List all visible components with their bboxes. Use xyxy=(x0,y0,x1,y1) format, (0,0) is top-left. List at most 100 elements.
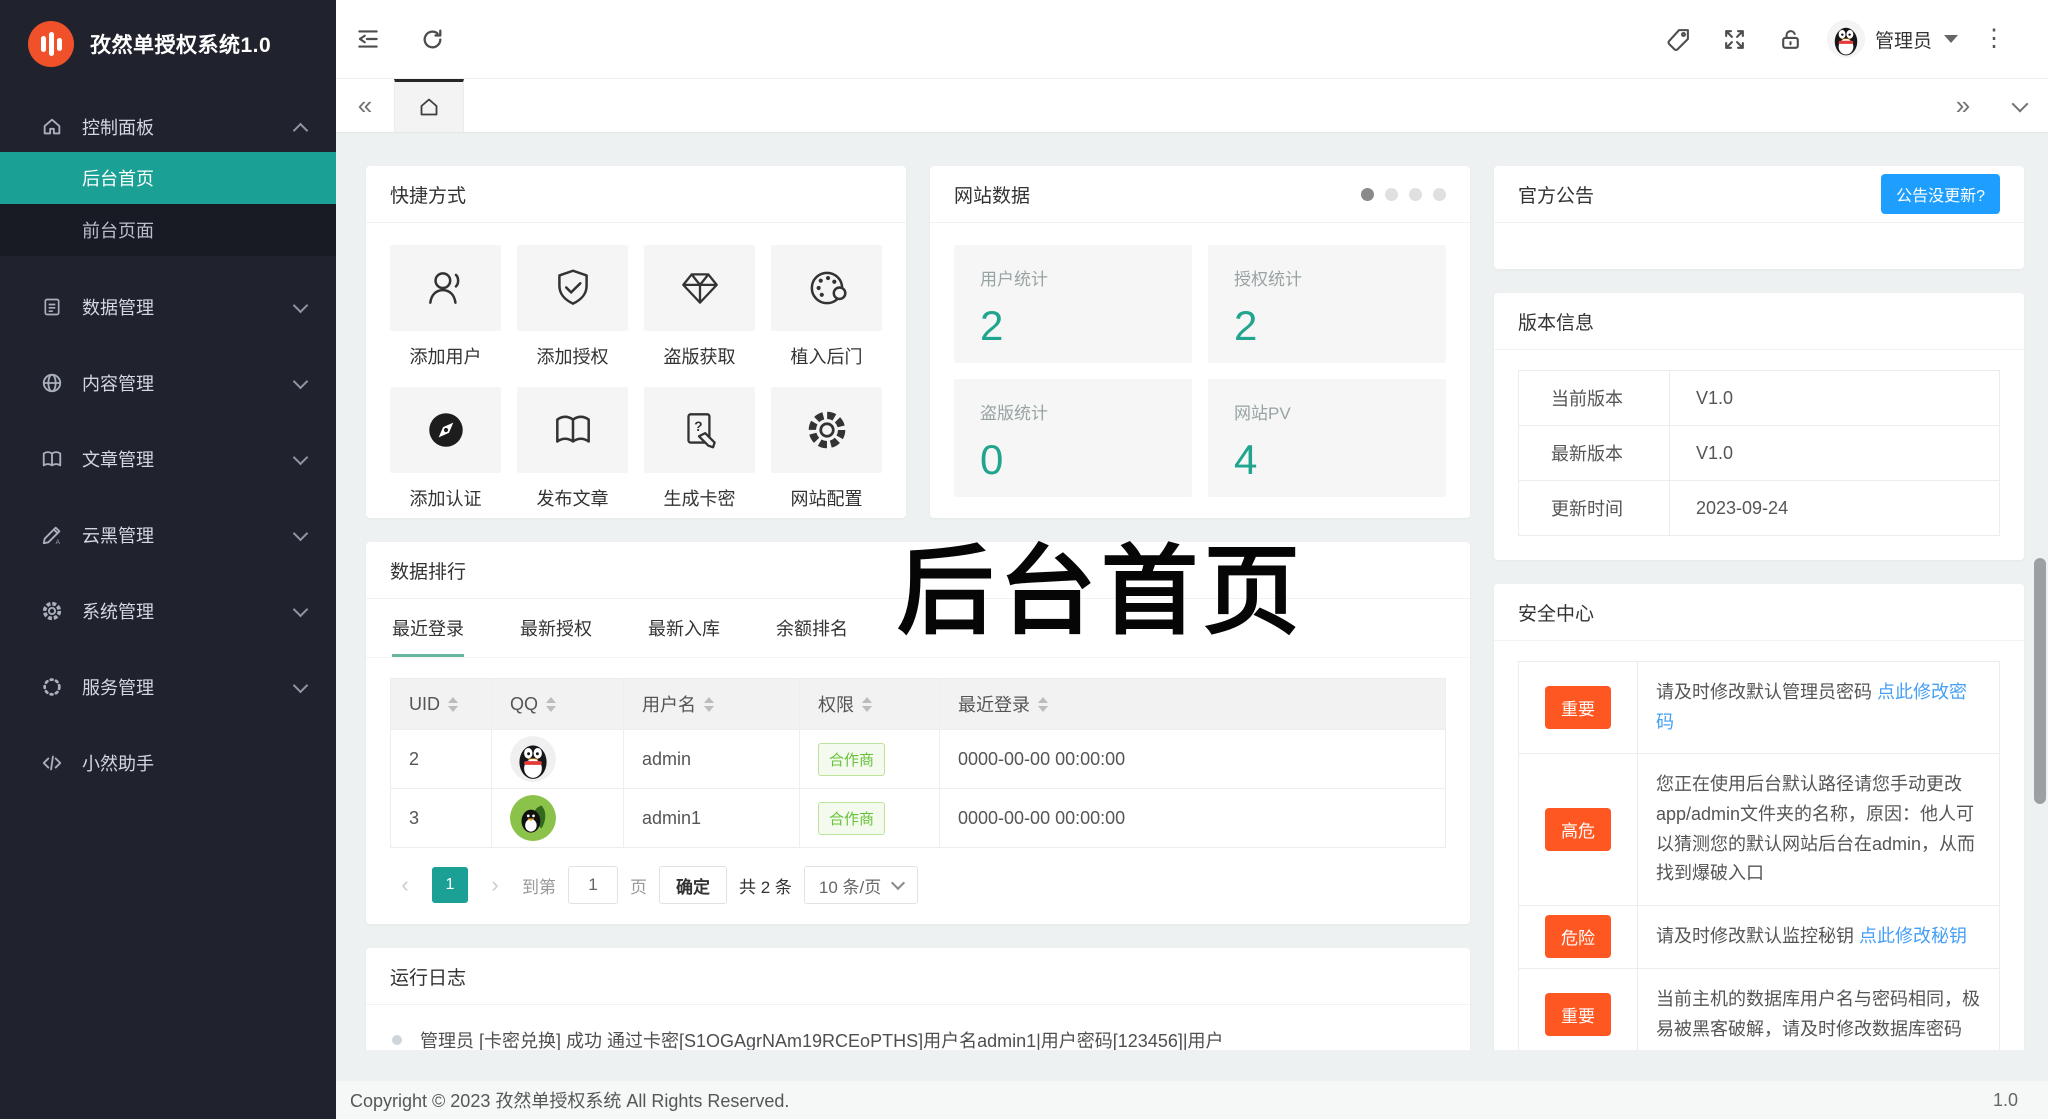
carousel-dot[interactable] xyxy=(1433,187,1446,201)
tabs-menu-button[interactable] xyxy=(1992,79,2048,132)
security-row: 重要 请及时修改默认管理员密码 点此修改密码 xyxy=(1519,662,1999,754)
cell-last-login: 0000-00-00 00:00:00 xyxy=(939,788,1445,847)
avatar xyxy=(510,795,556,841)
chevron-down-icon xyxy=(292,373,309,389)
refresh-button[interactable] xyxy=(400,0,464,78)
sidebar-item-article-mgmt[interactable]: 文章管理 xyxy=(0,434,336,484)
chevron-down-icon xyxy=(292,525,309,541)
shortcut-label: 添加授权 xyxy=(536,347,609,367)
sidebar-item-frontend-page[interactable]: 前台页面 xyxy=(0,204,336,256)
sidebar-item-label: 文章管理 xyxy=(82,450,154,470)
announcement-refresh-button[interactable]: 公告没更新? xyxy=(1881,174,2000,214)
tag-button[interactable] xyxy=(1651,0,1707,78)
admin-dashboard: 孜然单授权系统1.0 控制面板 后台首页 前台页面 数据管理 内容管理 文章管理… xyxy=(0,0,2048,1119)
topbar-right: 管理员 ⋮ xyxy=(1651,0,2048,78)
change-secret-link[interactable]: 点此修改秘钥 xyxy=(1859,926,1967,946)
severity-badge: 危险 xyxy=(1545,915,1611,959)
version-row-value: V1.0 xyxy=(1669,425,1999,480)
sidebar-item-assistant[interactable]: 小然助手 xyxy=(0,738,336,788)
chevron-up-icon xyxy=(292,122,309,138)
card-title: 运行日志 xyxy=(366,948,1470,1005)
cell-qq-avatar xyxy=(491,729,623,788)
sidebar-item-content-mgmt[interactable]: 内容管理 xyxy=(0,358,336,408)
stat-value: 2 xyxy=(1234,302,1258,349)
sidebar-item-label: 小然助手 xyxy=(82,754,154,774)
cell-role: 合作商 xyxy=(799,729,939,788)
carousel-dot[interactable] xyxy=(1361,187,1374,201)
sidebar-item-system-mgmt[interactable]: 系统管理 xyxy=(0,586,336,636)
shortcut-add-user[interactable]: 添加用户 xyxy=(390,245,501,369)
file-icon xyxy=(40,297,64,317)
shortcut-publish-article[interactable]: 发布文章 xyxy=(517,387,628,511)
brush-icon: A xyxy=(40,524,64,546)
sidebar-item-backend-home[interactable]: 后台首页 xyxy=(0,152,336,204)
fullscreen-button[interactable] xyxy=(1707,0,1763,78)
fullscreen-icon xyxy=(1725,29,1745,49)
page-1-button[interactable]: 1 xyxy=(432,867,468,903)
sidebar-item-blacklist-mgmt[interactable]: A 云黑管理 xyxy=(0,510,336,560)
shortcut-site-config[interactable]: 网站配置 xyxy=(771,387,882,511)
sidebar-item-data-mgmt[interactable]: 数据管理 xyxy=(0,282,336,332)
security-row: 重要 当前主机的数据库用户名与密码相同，极易被黑客破解，请及时修改数据库密码 xyxy=(1519,967,1999,1050)
svg-text:A: A xyxy=(56,539,61,546)
version-row-label: 最新版本 xyxy=(1519,425,1669,480)
goto-page-input[interactable]: 1 xyxy=(568,866,618,904)
more-menu-button[interactable]: ⋮ xyxy=(1966,0,2022,78)
card-title: 快捷方式 xyxy=(366,166,906,223)
user-menu[interactable]: 管理员 xyxy=(1826,20,1958,58)
tabs-scroll-left-button[interactable]: « xyxy=(336,79,394,132)
carousel-dot[interactable] xyxy=(1409,187,1422,201)
home-icon xyxy=(40,116,64,138)
gear-icon xyxy=(40,600,64,622)
column-header-last-login[interactable]: 最近登录 xyxy=(939,679,1445,729)
scrollbar[interactable] xyxy=(2034,558,2046,804)
tab-home[interactable] xyxy=(394,79,464,132)
copyright-text: Copyright © 2023 孜然单授权系统 All Rights Rese… xyxy=(350,1091,790,1111)
tab-latest-license[interactable]: 最新授权 xyxy=(520,599,592,657)
security-table: 重要 请及时修改默认管理员密码 点此修改密码 高危 您正在使用后台默认路径请您手… xyxy=(1518,661,2000,1050)
sidebar-item-label: 服务管理 xyxy=(82,678,154,698)
site-stats-card: 网站数据 用户统计 2 授权统计 2 盗版统计 0 网站PV 4 xyxy=(930,166,1470,518)
stat-label: 盗版统计 xyxy=(980,404,1048,423)
column-header-username[interactable]: 用户名 xyxy=(623,679,799,729)
shortcut-add-cert[interactable]: 添加认证 xyxy=(390,387,501,511)
card-title-text: 官方公告 xyxy=(1518,185,1595,207)
tab-latest-entry[interactable]: 最新入库 xyxy=(648,599,720,657)
collapse-menu-button[interactable] xyxy=(336,0,400,78)
sidebar-item-label: 数据管理 xyxy=(82,298,154,318)
column-header-role[interactable]: 权限 xyxy=(799,679,939,729)
column-header-uid[interactable]: UID xyxy=(391,679,491,729)
shortcut-label: 生成卡密 xyxy=(663,489,736,509)
shortcut-piracy-fetch[interactable]: 盗版获取 xyxy=(644,245,755,369)
tab-balance-rank[interactable]: 余额排名 xyxy=(776,599,848,657)
tabs-scroll-right-button[interactable]: » xyxy=(1934,79,1992,132)
stat-value: 2 xyxy=(980,302,1004,349)
avatar xyxy=(510,736,556,782)
chevron-down-icon xyxy=(292,297,309,313)
shortcut-label: 发布文章 xyxy=(536,489,609,509)
sidebar-item-control-panel[interactable]: 控制面板 xyxy=(0,102,336,152)
column-header-qq[interactable]: QQ xyxy=(491,679,623,729)
unlock-icon xyxy=(1782,29,1800,49)
shortcut-generate-card[interactable]: ? 生成卡密 xyxy=(644,387,755,511)
lock-button[interactable] xyxy=(1763,0,1819,78)
username: 管理员 xyxy=(1874,30,1932,52)
version-row-value: 2023-09-24 xyxy=(1669,480,1999,535)
next-page-button[interactable]: › xyxy=(480,872,510,898)
card-title: 官方公告 公告没更新? xyxy=(1494,166,2024,223)
shortcut-add-license[interactable]: 添加授权 xyxy=(517,245,628,369)
prev-page-button[interactable]: ‹ xyxy=(390,872,420,898)
tab-recent-login[interactable]: 最近登录 xyxy=(392,599,464,657)
sidebar-item-service-mgmt[interactable]: 服务管理 xyxy=(0,662,336,712)
page-size-select[interactable]: 10 条/页 xyxy=(803,866,919,904)
brand-icon xyxy=(28,21,74,67)
app-logo: 孜然单授权系统1.0 xyxy=(0,0,336,88)
version-info-card: 版本信息 当前版本 V1.0 最新版本 V1.0 更新时间 2023-09-24 xyxy=(1494,293,2024,560)
globe-icon xyxy=(40,372,64,394)
sort-icon xyxy=(1038,696,1048,712)
confirm-button[interactable]: 确定 xyxy=(659,866,727,904)
stat-value: 0 xyxy=(980,436,1004,483)
carousel-dot[interactable] xyxy=(1385,187,1398,201)
chevron-down-icon xyxy=(292,601,309,617)
shortcut-plant-backdoor[interactable]: 植入后门 xyxy=(771,245,882,369)
